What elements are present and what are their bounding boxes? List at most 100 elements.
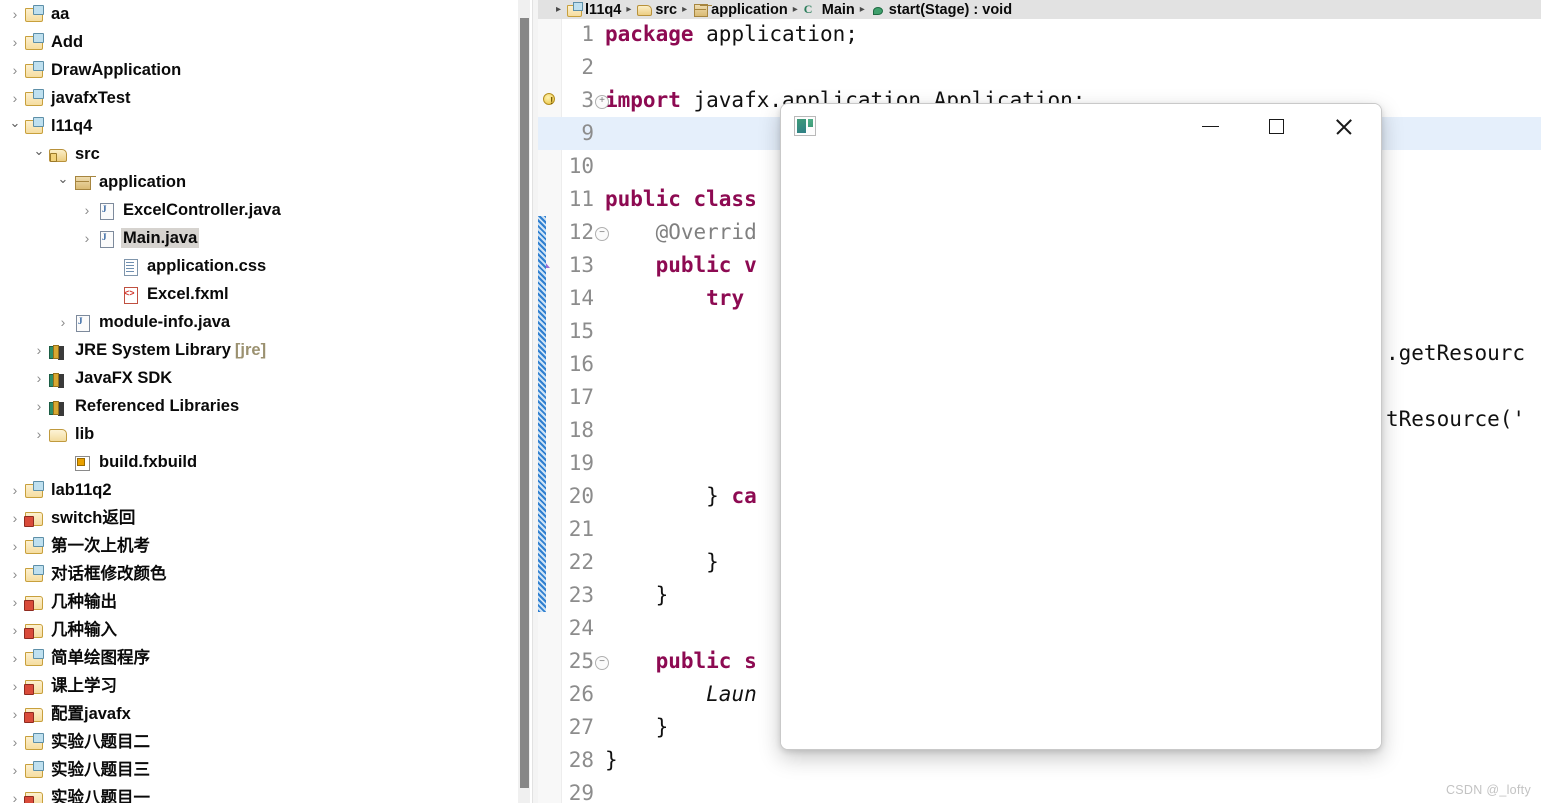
chevron-right-icon[interactable]: ›	[8, 595, 22, 609]
chevron-right-icon[interactable]: ›	[80, 203, 94, 217]
tree-item[interactable]: › aa	[0, 0, 516, 28]
chevron-right-icon[interactable]: ›	[32, 427, 46, 441]
tree-item[interactable]: › JRE System Library [jre]	[0, 336, 516, 364]
tree-item[interactable]: › Referenced Libraries	[0, 392, 516, 420]
window-content-area[interactable]	[781, 149, 1381, 749]
project-icon	[566, 2, 584, 17]
tree-item[interactable]: › switch返回	[0, 504, 516, 532]
chevron-right-icon[interactable]: ›	[8, 651, 22, 665]
line-number: 9	[581, 121, 594, 145]
javafx-application-window[interactable]	[780, 103, 1382, 750]
breadcrumb-item[interactable]: l11q4	[566, 2, 621, 18]
tree-item-label: 配置javafx	[51, 705, 131, 723]
tree-item[interactable]: › 简单绘图程序	[0, 644, 516, 672]
breadcrumb-item-label: Main	[821, 1, 855, 18]
line-number: 10	[568, 154, 594, 178]
tree-item-label: src	[75, 145, 100, 163]
line-number: 22	[568, 550, 594, 574]
window-titlebar[interactable]	[781, 104, 1381, 149]
tree-item[interactable]: › javafxTest	[0, 84, 516, 112]
tree-item[interactable]: › 配置javafx	[0, 700, 516, 728]
fold-expand-icon[interactable]	[595, 95, 609, 109]
tree-item[interactable]: › DrawApplication	[0, 56, 516, 84]
chevron-right-icon[interactable]: ›	[80, 231, 94, 245]
tree-item[interactable]: › lab11q2	[0, 476, 516, 504]
line-number: 21	[568, 517, 594, 541]
tree-item[interactable]: › 实验八题目一	[0, 784, 516, 803]
chevron-right-icon[interactable]: ›	[8, 63, 22, 77]
minimize-button[interactable]	[1187, 104, 1233, 149]
chevron-right-icon[interactable]: ›	[8, 7, 22, 21]
tree-item[interactable]: ⌄ application	[0, 168, 516, 196]
tree-item[interactable]: › 对话框修改颜色	[0, 560, 516, 588]
chevron-right-icon[interactable]: ›	[32, 371, 46, 385]
chevron-right-icon[interactable]: ›	[8, 707, 22, 721]
project-closed-icon	[24, 5, 44, 23]
fold-collapse-icon[interactable]	[595, 656, 609, 670]
line-number: 17	[568, 385, 594, 409]
code-text: @Overrid	[655, 220, 757, 244]
breadcrumb-item[interactable]: application	[692, 2, 788, 18]
code-text: public v	[655, 253, 757, 277]
chevron-down-icon[interactable]: ⌄	[32, 144, 46, 157]
chevron-right-icon[interactable]: ›	[32, 399, 46, 413]
chevron-right-icon[interactable]: ›	[8, 91, 22, 105]
maximize-button[interactable]	[1253, 104, 1299, 149]
breadcrumb-item[interactable]: start(Stage) : void	[870, 2, 1012, 18]
chevron-right-icon[interactable]: ›	[8, 763, 22, 777]
breadcrumb-separator: ▸	[556, 3, 562, 15]
chevron-right-icon[interactable]: ›	[8, 735, 22, 749]
explorer-scrollbar[interactable]	[518, 0, 530, 803]
project-closed-icon	[24, 61, 44, 79]
tree-item[interactable]: › module-info.java	[0, 308, 516, 336]
chevron-right-icon[interactable]: ›	[8, 539, 22, 553]
chevron-right-icon[interactable]: ›	[8, 483, 22, 497]
line-number: 23	[568, 583, 594, 607]
code-line[interactable]	[538, 777, 1541, 803]
tree-item[interactable]: › 几种输出	[0, 588, 516, 616]
breadcrumb-item[interactable]: src	[636, 2, 677, 18]
close-button[interactable]	[1321, 104, 1367, 149]
tree-item[interactable]: › 实验八题目二	[0, 728, 516, 756]
tree-item[interactable]: › Add	[0, 28, 516, 56]
project-closed-icon	[24, 649, 44, 667]
tree-item[interactable]: › 第一次上机考	[0, 532, 516, 560]
line-number: 2	[581, 55, 594, 79]
chevron-right-icon[interactable]: ›	[56, 315, 70, 329]
tree-item[interactable]: › 实验八题目三	[0, 756, 516, 784]
chevron-right-icon[interactable]: ›	[8, 679, 22, 693]
explorer-scrollbar-thumb[interactable]	[520, 18, 529, 788]
project-closed-icon	[24, 733, 44, 751]
chevron-right-icon[interactable]: ›	[8, 791, 22, 803]
change-indicator-bar	[538, 216, 546, 612]
tree-item[interactable]: › 几种输入	[0, 616, 516, 644]
tree-item[interactable]: › Main.java	[0, 224, 516, 252]
fold-collapse-icon[interactable]	[595, 227, 609, 241]
chevron-right-icon[interactable]: ›	[32, 343, 46, 357]
chevron-right-icon[interactable]: ›	[8, 623, 22, 637]
tree-item[interactable]: › JavaFX SDK	[0, 364, 516, 392]
tree-item-label: l11q4	[51, 117, 93, 135]
breadcrumb-item[interactable]: Main	[803, 2, 855, 18]
tree-item[interactable]: ⌄ src	[0, 140, 516, 168]
line-number: 26	[568, 682, 594, 706]
tree-item[interactable]: › ExcelController.java	[0, 196, 516, 224]
tree-item[interactable]: ›application.css	[0, 252, 516, 280]
chevron-right-icon[interactable]: ›	[8, 567, 22, 581]
warning-marker-icon[interactable]	[542, 92, 558, 108]
chevron-down-icon[interactable]: ⌄	[8, 116, 22, 129]
chevron-down-icon[interactable]: ⌄	[56, 172, 70, 185]
maximize-icon	[1268, 119, 1284, 134]
chevron-right-icon[interactable]: ›	[8, 511, 22, 525]
package-explorer[interactable]: › aa › Add › DrawApplication › javafxTest ⌄ l11q4…	[0, 0, 516, 803]
editor-breadcrumb[interactable]: ▸ l11q4 ▸ src ▸ application ▸ Main ▸ start(Stage)…	[538, 0, 1541, 19]
tree-item[interactable]: ›build.fxbuild	[0, 448, 516, 476]
minimize-icon	[1201, 125, 1219, 128]
code-line[interactable]	[538, 51, 1541, 84]
chevron-right-icon[interactable]: ›	[8, 35, 22, 49]
tree-item[interactable]: ›Excel.fxml	[0, 280, 516, 308]
line-number: 14	[568, 286, 594, 310]
tree-item[interactable]: › 课上学习	[0, 672, 516, 700]
tree-item[interactable]: ⌄ l11q4	[0, 112, 516, 140]
tree-item[interactable]: › lib	[0, 420, 516, 448]
